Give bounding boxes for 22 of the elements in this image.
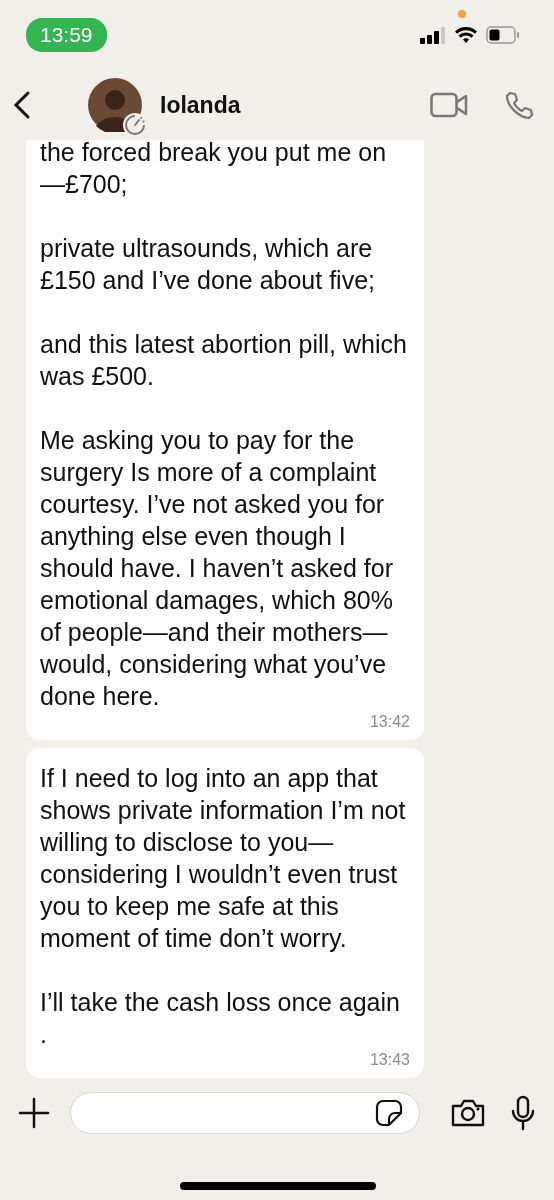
wifi-icon (454, 26, 478, 44)
voice-call-button[interactable] (504, 90, 534, 120)
privacy-indicator-icon (458, 10, 466, 18)
message-text: Me asking you to pay for the surgery Is more of a complaint courtesy. I’ve not asked you for anything else even though I should have. I haven’t asked for emotional damages, which 80% of people—and their mothers—would, considering what you’ve done here. (40, 425, 394, 712)
camera-button[interactable] (450, 1098, 486, 1128)
message-text: and this latest abortion pill, which was £500. (40, 329, 408, 392)
message-time: 13:42 (368, 712, 410, 732)
message-input-field[interactable] (70, 1092, 420, 1134)
back-button[interactable] (12, 90, 32, 120)
sticker-icon[interactable] (375, 1099, 403, 1127)
message-text: If I need to log into an app that shows private information I’m not willing to disclose to you—considering I wouldn’t even trust you to keep me safe at this moment of time don’t worry. (40, 763, 407, 954)
battery-icon (486, 26, 520, 44)
message-text: the forced break you put me on —£700; (40, 140, 388, 200)
message-text: private ultrasounds, which are £150 and I’ve done about five; (40, 233, 376, 296)
signal-icon (420, 26, 446, 44)
message-text: I’ll take the cash loss once again . (40, 987, 401, 1050)
add-button[interactable] (18, 1097, 50, 1129)
status-time: 13:59 (26, 18, 107, 52)
video-call-button[interactable] (430, 92, 468, 118)
message-time: 13:43 (368, 1050, 410, 1070)
microphone-button[interactable] (510, 1095, 536, 1131)
contact-name[interactable]: Iolanda (160, 91, 430, 119)
